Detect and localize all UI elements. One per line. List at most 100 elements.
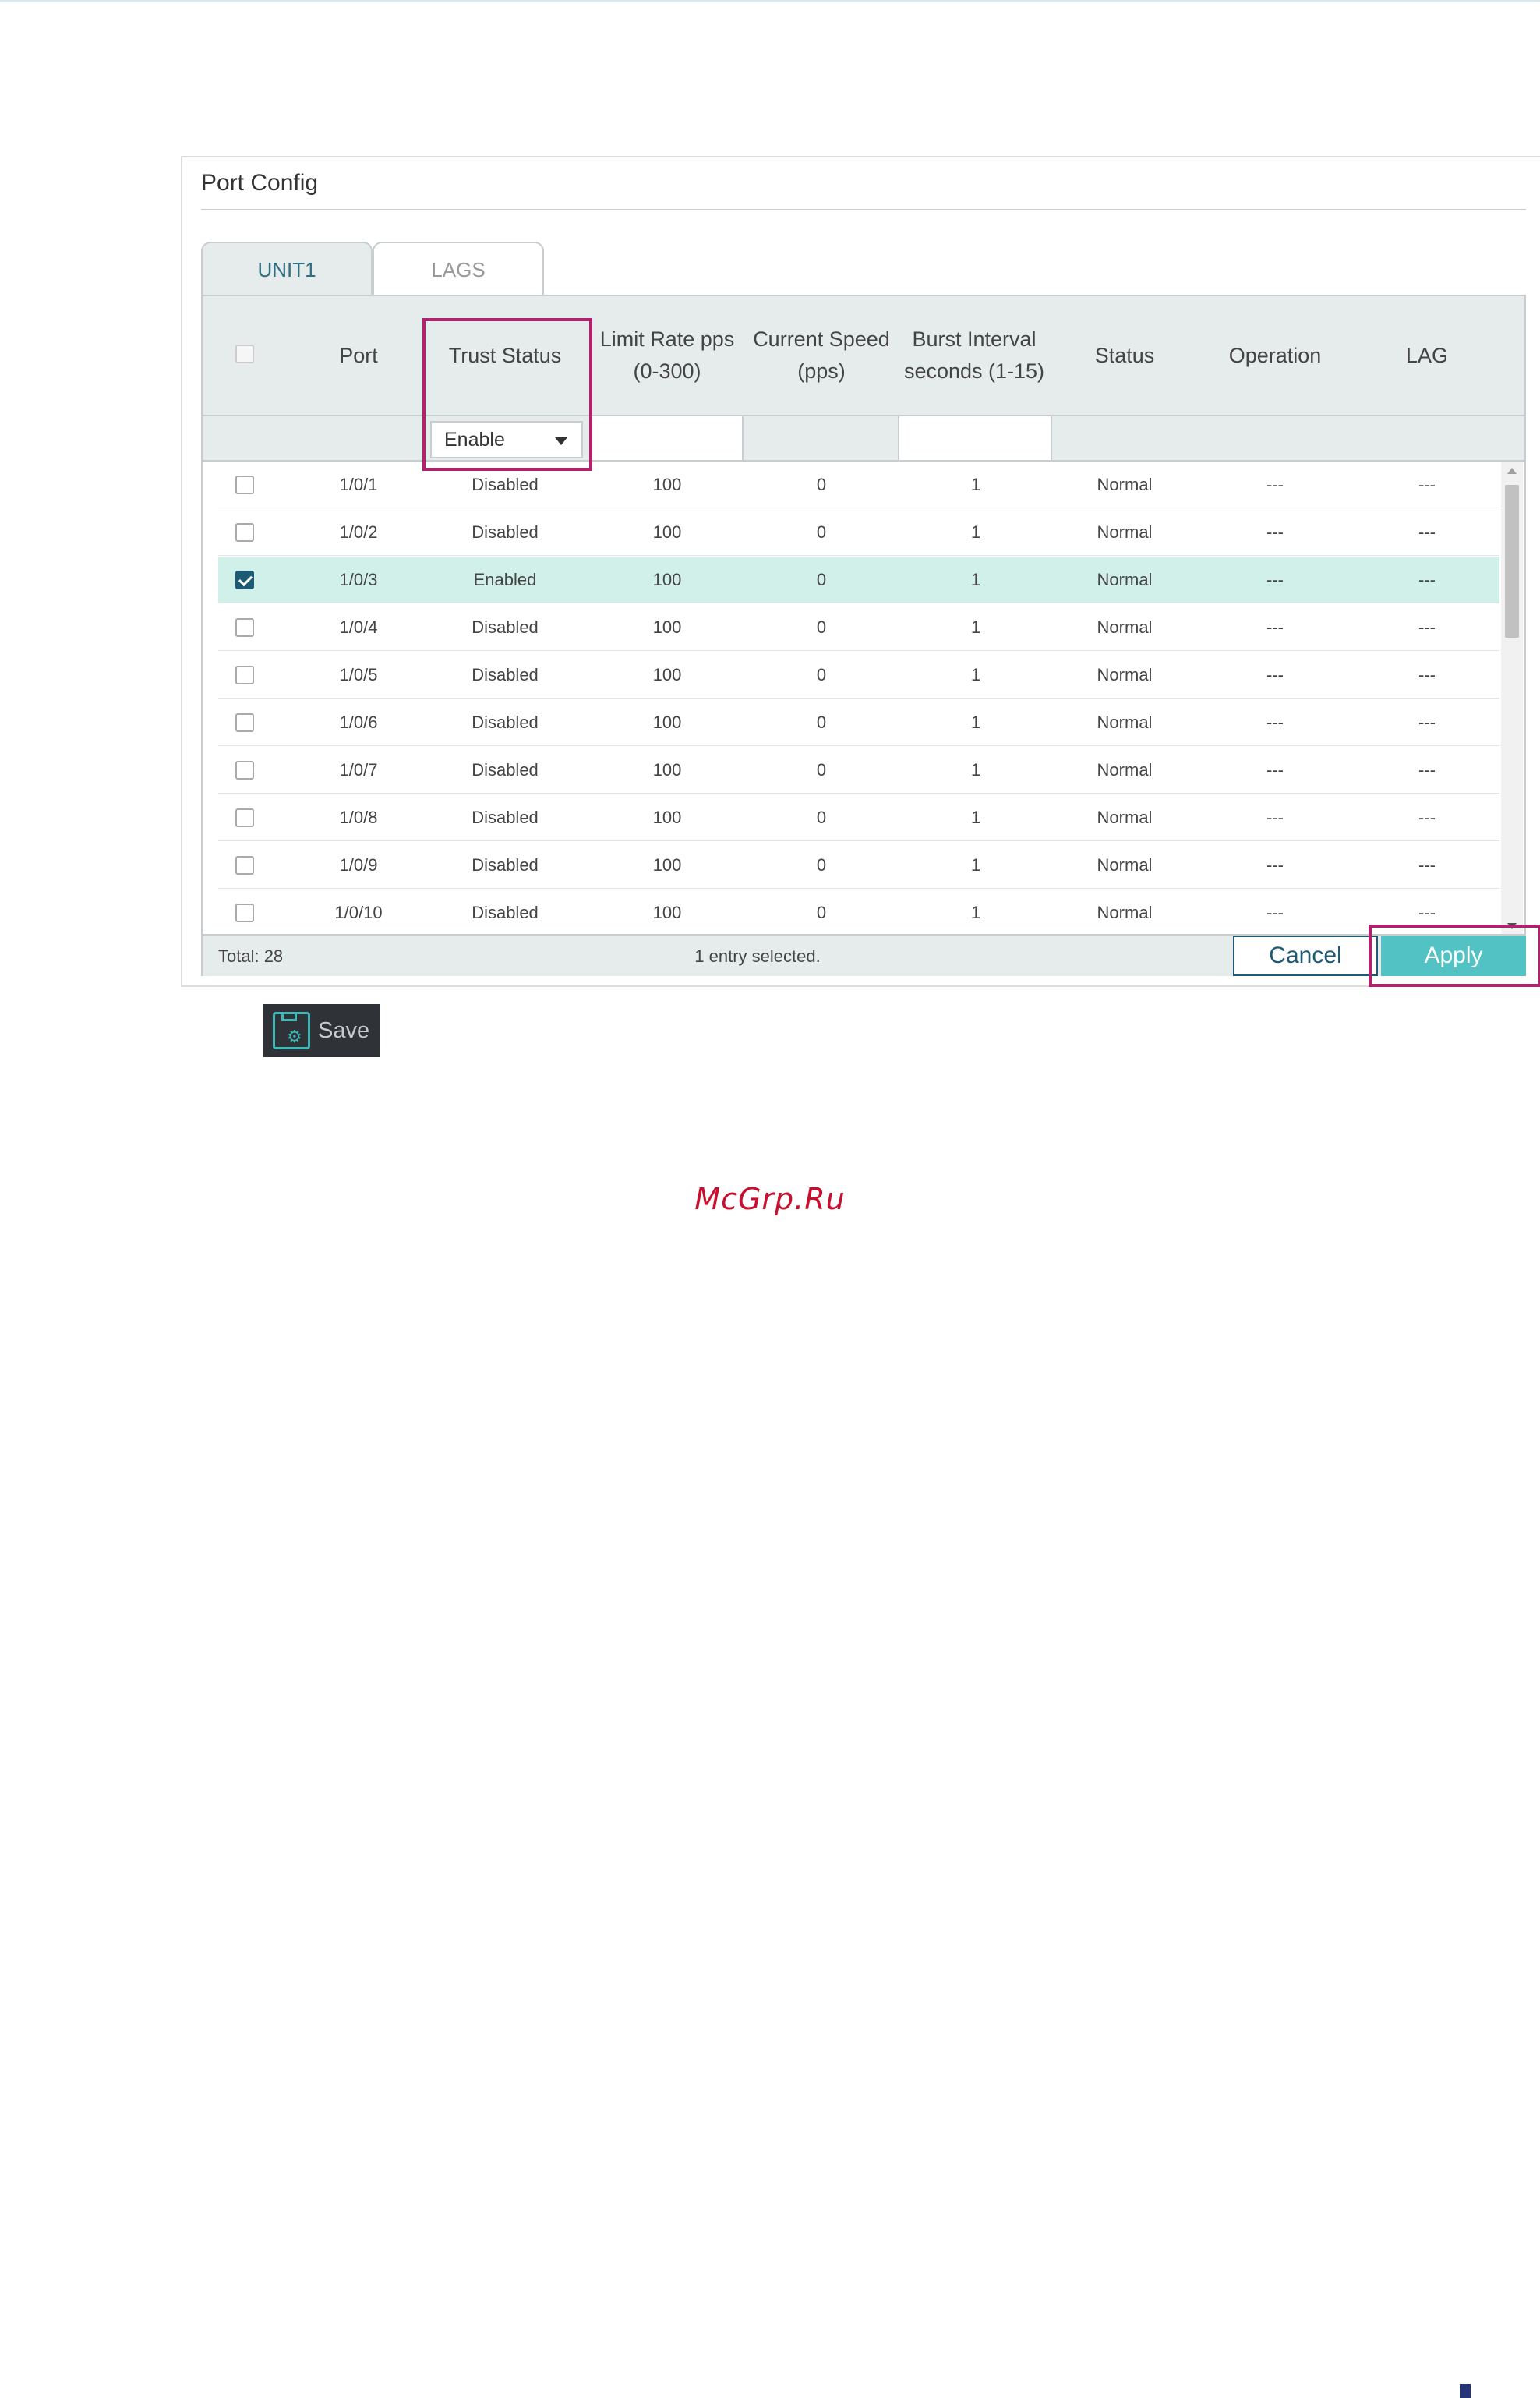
tab-lags[interactable]: LAGS [373, 242, 544, 296]
column-header-lag: LAG [1405, 343, 1449, 367]
table-row[interactable]: 1/0/4 Disabled 100 0 1 Normal --- --- [218, 604, 1499, 651]
table-scrollbar[interactable] [1501, 462, 1523, 934]
row-checkbox[interactable] [235, 761, 254, 780]
selected-count: 1 entry selected. [694, 946, 821, 966]
cell-status: Normal [1097, 475, 1153, 494]
cell-status: Normal [1097, 760, 1153, 780]
row-checkbox[interactable] [235, 523, 254, 542]
select-all-checkbox[interactable] [235, 345, 254, 363]
cell-current-speed: 0 [816, 522, 827, 542]
cell-port: 1/0/5 [339, 665, 378, 684]
column-header-limit-rate: Limit Rate pps (0-300) [599, 327, 735, 383]
cell-operation: --- [1266, 855, 1284, 875]
cell-trust-status: Disabled [472, 713, 539, 732]
cell-status: Normal [1097, 713, 1153, 732]
trust-status-select-value: Enable [444, 428, 505, 451]
cell-operation: --- [1266, 665, 1284, 684]
table-row[interactable]: 1/0/3 Enabled 100 0 1 Normal --- --- [218, 557, 1499, 603]
cell-lag: --- [1418, 903, 1436, 922]
table-row[interactable]: 1/0/1 Disabled 100 0 1 Normal --- --- [218, 462, 1499, 508]
cell-status: Normal [1097, 855, 1153, 875]
cell-port: 1/0/6 [339, 713, 378, 732]
cell-port: 1/0/2 [339, 522, 378, 542]
cell-operation: --- [1266, 570, 1284, 589]
cell-operation: --- [1266, 808, 1284, 827]
cell-trust-status: Disabled [472, 760, 539, 780]
cell-current-speed: 0 [816, 713, 827, 732]
cell-burst-interval: 1 [970, 808, 981, 827]
cell-port: 1/0/3 [339, 570, 378, 589]
cell-status: Normal [1097, 665, 1153, 684]
cell-limit-rate: 100 [652, 855, 682, 875]
port-config-panel: Port Config UNIT1 LAGS Port Trust Status… [181, 156, 1540, 987]
cell-status: Normal [1097, 617, 1153, 637]
apply-button[interactable]: Apply [1381, 936, 1526, 976]
cell-operation: --- [1266, 522, 1284, 542]
cell-limit-rate: 100 [652, 617, 682, 637]
cell-port: 1/0/1 [339, 475, 378, 494]
column-header-status: Status [1094, 343, 1155, 367]
cell-operation: --- [1266, 617, 1284, 637]
table-row[interactable]: 1/0/8 Disabled 100 0 1 Normal --- --- [218, 794, 1499, 841]
limit-rate-input[interactable] [591, 416, 744, 460]
cell-port: 1/0/9 [339, 855, 378, 875]
cell-lag: --- [1418, 855, 1436, 875]
table-header: Port Trust Status Limit Rate pps (0-300)… [203, 296, 1524, 415]
cell-current-speed: 0 [816, 570, 827, 589]
column-header-trust-status: Trust Status [448, 343, 562, 367]
cell-current-speed: 0 [816, 760, 827, 780]
cell-burst-interval: 1 [970, 665, 981, 684]
cell-burst-interval: 1 [970, 570, 981, 589]
row-checkbox[interactable] [235, 571, 254, 589]
cell-burst-interval: 1 [970, 855, 981, 875]
row-checkbox[interactable] [235, 904, 254, 922]
cell-current-speed: 0 [816, 475, 827, 494]
row-checkbox[interactable] [235, 476, 254, 494]
table-row[interactable]: 1/0/2 Disabled 100 0 1 Normal --- --- [218, 509, 1499, 556]
cell-operation: --- [1266, 713, 1284, 732]
cell-current-speed: 0 [816, 617, 827, 637]
row-checkbox[interactable] [235, 666, 254, 684]
cell-burst-interval: 1 [970, 475, 981, 494]
cell-lag: --- [1418, 665, 1436, 684]
row-checkbox[interactable] [235, 713, 254, 732]
table-footer: Total: 28 1 entry selected. Cancel Apply [203, 934, 1526, 976]
cell-lag: --- [1418, 808, 1436, 827]
cell-limit-rate: 100 [652, 760, 682, 780]
tab-unit1[interactable]: UNIT1 [201, 242, 373, 296]
scroll-down-icon[interactable] [1507, 923, 1517, 929]
save-button[interactable]: ⚙ Save [263, 1004, 380, 1057]
row-checkbox[interactable] [235, 618, 254, 637]
scroll-thumb[interactable] [1505, 485, 1519, 638]
cell-trust-status: Enabled [473, 570, 537, 589]
save-settings-icon: ⚙ [273, 1012, 310, 1049]
cell-port: 1/0/8 [339, 808, 378, 827]
burst-interval-input[interactable] [898, 416, 1052, 460]
table-row[interactable]: 1/0/7 Disabled 100 0 1 Normal --- --- [218, 747, 1499, 794]
cell-burst-interval: 1 [970, 903, 981, 922]
cell-burst-interval: 1 [970, 522, 981, 542]
cell-trust-status: Disabled [472, 855, 539, 875]
row-checkbox[interactable] [235, 856, 254, 875]
row-checkbox[interactable] [235, 808, 254, 827]
cancel-button[interactable]: Cancel [1233, 936, 1378, 976]
cell-current-speed: 0 [816, 665, 827, 684]
cell-trust-status: Disabled [472, 522, 539, 542]
cell-lag: --- [1418, 570, 1436, 589]
cell-burst-interval: 1 [970, 617, 981, 637]
column-header-operation: Operation [1228, 343, 1322, 367]
table-row[interactable]: 1/0/10 Disabled 100 0 1 Normal --- --- [218, 890, 1499, 934]
trust-status-select[interactable]: Enable [430, 421, 583, 458]
table-row[interactable]: 1/0/5 Disabled 100 0 1 Normal --- --- [218, 652, 1499, 699]
column-header-burst-interval: Burst Interval seconds (1-15) [903, 327, 1045, 383]
cell-limit-rate: 100 [652, 808, 682, 827]
cell-status: Normal [1097, 570, 1153, 589]
cell-limit-rate: 100 [652, 522, 682, 542]
top-border-line [0, 0, 1540, 2]
cell-trust-status: Disabled [472, 617, 539, 637]
scroll-up-icon[interactable] [1507, 468, 1517, 474]
table-row[interactable]: 1/0/6 Disabled 100 0 1 Normal --- --- [218, 699, 1499, 746]
table-row[interactable]: 1/0/9 Disabled 100 0 1 Normal --- --- [218, 842, 1499, 889]
cell-burst-interval: 1 [970, 760, 981, 780]
cell-current-speed: 0 [816, 903, 827, 922]
